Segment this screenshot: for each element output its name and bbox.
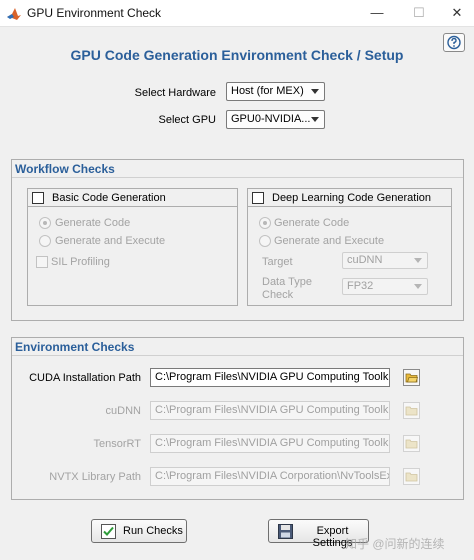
deep-generate-execute-label: Generate and Execute (274, 235, 385, 247)
basic-codegen-checkbox[interactable] (32, 192, 44, 204)
chevron-down-icon (414, 258, 422, 263)
data-type-dropdown[interactable]: FP32 (342, 278, 428, 295)
chevron-down-icon (311, 117, 319, 122)
target-label: Target (262, 256, 293, 268)
target-dropdown[interactable]: cuDNN (342, 252, 428, 269)
hardware-dropdown-value: Host (for MEX) (231, 85, 304, 97)
environment-checks-panel: Environment Checks CUDA Installation Pat… (11, 337, 464, 500)
matlab-app-icon (7, 8, 21, 20)
title-bar: GPU Environment Check — ☐ ✕ (0, 0, 474, 27)
cuda-path-field[interactable]: C:\Program Files\NVIDIA GPU Computing To… (150, 368, 390, 387)
nvtx-path-field[interactable]: C:\Program Files\NVIDIA Corporation\NvTo… (150, 467, 390, 486)
watermark: 知乎 @问新的连续 (345, 537, 445, 551)
tensorrt-browse-button[interactable] (403, 435, 420, 452)
data-type-dropdown-value: FP32 (347, 280, 374, 292)
basic-generate-code-radio[interactable] (39, 217, 51, 229)
deep-generate-code-label: Generate Code (274, 217, 350, 229)
environment-checks-title: Environment Checks (12, 338, 463, 356)
data-type-label-line1: Data Type (262, 276, 312, 288)
cudnn-path-field[interactable]: C:\Program Files\NVIDIA GPU Computing To… (150, 401, 390, 420)
cudnn-path-label: cuDNN (105, 405, 141, 417)
folder-icon (405, 472, 418, 482)
nvtx-browse-button[interactable] (403, 468, 420, 485)
cuda-browse-button[interactable] (403, 369, 420, 386)
folder-icon (405, 406, 418, 416)
workflow-checks-title: Workflow Checks (12, 160, 463, 178)
deep-learning-codegen-header: Deep Learning Code Generation (248, 189, 451, 207)
chevron-down-icon (414, 284, 422, 289)
run-checks-icon (101, 524, 116, 539)
tensorrt-path-field[interactable]: C:\Program Files\NVIDIA GPU Computing To… (150, 434, 390, 453)
save-icon (278, 524, 293, 539)
sil-profiling-label: SIL Profiling (51, 256, 110, 268)
cudnn-browse-button[interactable] (403, 402, 420, 419)
maximize-button[interactable]: ☐ (402, 2, 436, 24)
chevron-down-icon (311, 89, 319, 94)
nvtx-path-label: NVTX Library Path (49, 471, 141, 483)
cuda-path-label: CUDA Installation Path (29, 372, 141, 384)
data-type-label-line2: Check (262, 289, 294, 301)
gpu-dropdown-value: GPU0-NVIDIA... (231, 113, 311, 125)
basic-codegen-label: Basic Code Generation (52, 192, 166, 204)
select-hardware-label: Select Hardware (134, 87, 216, 99)
basic-generate-code-label: Generate Code (55, 217, 131, 229)
deep-learning-codegen-checkbox[interactable] (252, 192, 264, 204)
folder-icon (405, 439, 418, 449)
hardware-dropdown[interactable]: Host (for MEX) (226, 82, 325, 101)
workflow-checks-panel: Workflow Checks Basic Code Generation Ge… (11, 159, 464, 321)
deep-learning-codegen-panel: Deep Learning Code Generation Generate C… (247, 188, 452, 306)
window-title: GPU Environment Check (27, 6, 162, 20)
target-dropdown-value: cuDNN (347, 254, 383, 266)
basic-generate-execute-radio[interactable] (39, 235, 51, 247)
run-checks-label: Run Checks (123, 525, 183, 537)
sil-profiling-checkbox[interactable] (36, 256, 48, 268)
basic-codegen-header: Basic Code Generation (28, 189, 237, 207)
deep-learning-codegen-label: Deep Learning Code Generation (272, 192, 432, 204)
gpu-dropdown[interactable]: GPU0-NVIDIA... (226, 110, 325, 129)
folder-icon (405, 373, 418, 383)
minimize-button[interactable]: — (360, 2, 394, 24)
select-gpu-label: Select GPU (158, 114, 216, 126)
run-checks-button[interactable]: Run Checks (91, 519, 187, 543)
deep-generate-code-radio[interactable] (259, 217, 271, 229)
close-button[interactable]: ✕ (440, 2, 474, 24)
page-heading: GPU Code Generation Environment Check / … (70, 47, 404, 63)
basic-codegen-panel: Basic Code Generation Generate Code Gene… (27, 188, 238, 306)
basic-generate-execute-label: Generate and Execute (55, 235, 166, 247)
tensorrt-path-label: TensorRT (93, 438, 141, 450)
deep-generate-execute-radio[interactable] (259, 235, 271, 247)
